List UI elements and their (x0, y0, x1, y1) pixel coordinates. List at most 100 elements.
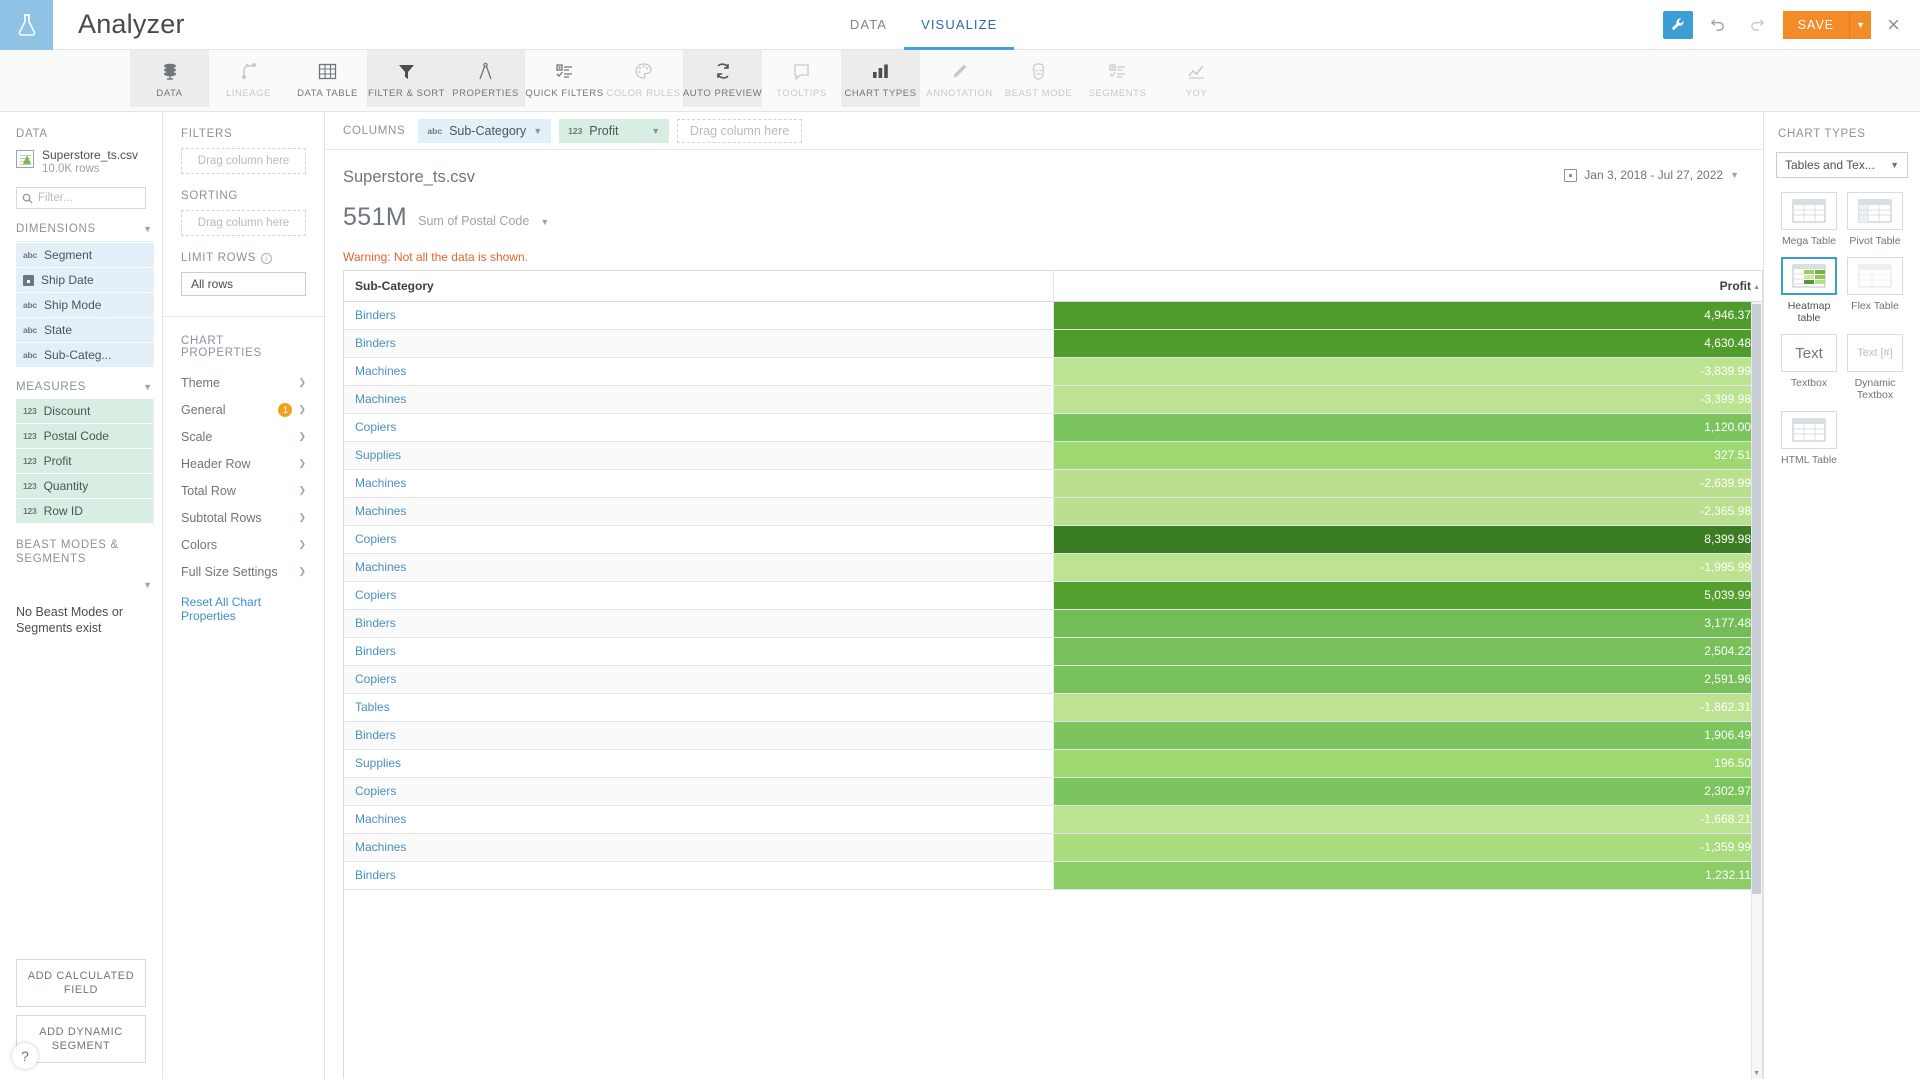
cell-sub-category[interactable]: Copiers (344, 413, 1053, 441)
table-row[interactable]: Machines-1,668.21 (344, 805, 1762, 833)
table-row[interactable]: Machines-1,359.99 (344, 833, 1762, 861)
cell-sub-category[interactable]: Binders (344, 329, 1053, 357)
chart-property-header-row[interactable]: Header Row ❯ (181, 450, 306, 477)
table-row[interactable]: Copiers1,120.00 (344, 413, 1762, 441)
cell-sub-category[interactable]: Machines (344, 469, 1053, 497)
help-button[interactable]: ? (12, 1043, 38, 1069)
sidebar-item-postal-code[interactable]: 123 Postal Code (16, 424, 154, 448)
column-pill-profit[interactable]: 123 Profit ▼ (559, 119, 669, 143)
cell-sub-category[interactable]: Binders (344, 721, 1053, 749)
tab-visualize[interactable]: VISUALIZE (904, 0, 1014, 50)
cell-sub-category[interactable]: Copiers (344, 581, 1053, 609)
chart-type-flex-table[interactable]: Flex Table (1842, 257, 1908, 324)
table-row[interactable]: Binders4,630.48 (344, 329, 1762, 357)
chevron-down-icon[interactable]: ▼ (540, 217, 549, 227)
cell-sub-category[interactable]: Binders (344, 609, 1053, 637)
cell-sub-category[interactable]: Machines (344, 385, 1053, 413)
cell-sub-category[interactable]: Machines (344, 553, 1053, 581)
table-row[interactable]: Binders3,177.48 (344, 609, 1762, 637)
table-row[interactable]: Binders1,906.49 (344, 721, 1762, 749)
chevron-down-icon[interactable]: ▼ (1849, 11, 1871, 39)
ribbon-tooltips[interactable]: TOOLTIPS (762, 50, 841, 107)
chart-type-html-table[interactable]: HTML Table (1776, 411, 1842, 466)
chart-property-scale[interactable]: Scale ❯ (181, 423, 306, 450)
ribbon-data[interactable]: DATA (130, 50, 209, 107)
cell-sub-category[interactable]: Copiers (344, 525, 1053, 553)
table-row[interactable]: Supplies327.51 (344, 441, 1762, 469)
table-scroll-thumb[interactable] (1752, 304, 1761, 894)
close-icon[interactable]: × (1881, 14, 1906, 36)
chart-type-pivot-table[interactable]: Pivot Table (1842, 192, 1908, 247)
chevron-down-icon[interactable]: ▼ (143, 580, 152, 590)
table-row[interactable]: Binders2,504.22 (344, 637, 1762, 665)
table-row[interactable]: Machines-3,839.99 (344, 357, 1762, 385)
sidebar-item-discount[interactable]: 123 Discount (16, 399, 154, 423)
ribbon-auto-preview[interactable]: AUTO PREVIEW (683, 50, 762, 107)
redo-icon[interactable] (1743, 11, 1773, 39)
sidebar-item-segment[interactable]: abc Segment (16, 243, 154, 267)
cell-sub-category[interactable]: Copiers (344, 665, 1053, 693)
cell-sub-category[interactable]: Copiers (344, 777, 1053, 805)
sidebar-item-state[interactable]: abc State (16, 318, 154, 342)
table-row[interactable]: Copiers8,399.98 (344, 525, 1762, 553)
cell-sub-category[interactable]: Binders (344, 861, 1053, 889)
wrench-icon[interactable] (1663, 11, 1693, 39)
table-row[interactable]: Machines-2,639.99 (344, 469, 1762, 497)
chart-property-total-row[interactable]: Total Row ❯ (181, 477, 306, 504)
sorting-dropzone[interactable]: Drag column here (181, 210, 306, 236)
chart-type-mega-table[interactable]: Mega Table (1776, 192, 1842, 247)
ribbon-annotation[interactable]: ANNOTATION (920, 50, 999, 107)
dimensions-header[interactable]: DIMENSIONS ▼ (0, 209, 162, 241)
column-header-sub-category[interactable]: Sub-Category (344, 271, 1053, 301)
reset-chart-properties-link[interactable]: Reset All Chart Properties (181, 585, 306, 623)
scroll-down-arrow[interactable]: ▼ (1753, 1070, 1760, 1077)
table-row[interactable]: Supplies196.50 (344, 749, 1762, 777)
undo-icon[interactable] (1703, 11, 1733, 39)
cell-sub-category[interactable]: Tables (344, 693, 1053, 721)
sidebar-item-profit[interactable]: 123 Profit (16, 449, 154, 473)
measures-header[interactable]: MEASURES ▼ (0, 367, 162, 399)
chart-property-general[interactable]: General 1 ❯ (181, 396, 306, 423)
cell-sub-category[interactable]: Machines (344, 833, 1053, 861)
table-row[interactable]: Machines-3,399.98 (344, 385, 1762, 413)
flask-icon[interactable] (0, 0, 53, 50)
ribbon-segments[interactable]: SEGMENTS (1078, 50, 1157, 107)
tab-data[interactable]: DATA (833, 0, 904, 50)
table-row[interactable]: Binders4,946.37 (344, 301, 1762, 329)
columns-dropzone[interactable]: Drag column here (677, 119, 802, 143)
ribbon-beast-mode[interactable]: BEAST MODE (999, 50, 1078, 107)
ribbon-properties[interactable]: PROPERTIES (446, 50, 525, 107)
chevron-down-icon[interactable]: ▼ (533, 126, 542, 136)
chart-types-category-select[interactable]: Tables and Tex... ▼ (1776, 152, 1908, 178)
date-range-selector[interactable]: Jan 3, 2018 - Jul 27, 2022 ▼ (1564, 168, 1739, 182)
save-button[interactable]: SAVE (1783, 11, 1849, 39)
chart-property-subtotal-rows[interactable]: Subtotal Rows ❯ (181, 504, 306, 531)
ribbon-color-rules[interactable]: COLOR RULES (604, 50, 683, 107)
field-filter-input[interactable]: Filter... (16, 187, 146, 209)
chevron-down-icon[interactable]: ▼ (651, 126, 660, 136)
column-pill-sub-category[interactable]: abc Sub-Category ▼ (418, 119, 551, 143)
add-calculated-field-button[interactable]: ADD CALCULATED FIELD (16, 959, 146, 1007)
filters-dropzone[interactable]: Drag column here (181, 148, 306, 174)
table-row[interactable]: Copiers2,302.97 (344, 777, 1762, 805)
sidebar-item-row-id[interactable]: 123 Row ID (16, 499, 154, 523)
table-scrollbar[interactable]: ▲ ▼ (1751, 302, 1762, 1079)
ribbon-yoy[interactable]: YOY (1157, 50, 1236, 107)
ribbon-quick-filters[interactable]: QUICK FILTERS (525, 50, 604, 107)
column-header-profit[interactable]: Profit (1053, 271, 1762, 301)
ribbon-chart-types[interactable]: CHART TYPES (841, 50, 920, 107)
table-row[interactable]: Binders1,232.11 (344, 861, 1762, 889)
chart-property-theme[interactable]: Theme ❯ (181, 369, 306, 396)
cell-sub-category[interactable]: Supplies (344, 749, 1053, 777)
ribbon-filter-sort[interactable]: FILTER & SORT (367, 50, 446, 107)
limit-rows-select[interactable]: All rows (181, 272, 306, 296)
table-row[interactable]: Copiers5,039.99 (344, 581, 1762, 609)
ribbon-lineage[interactable]: LINEAGE (209, 50, 288, 107)
cell-sub-category[interactable]: Binders (344, 301, 1053, 329)
cell-sub-category[interactable]: Machines (344, 805, 1053, 833)
chart-property-colors[interactable]: Colors ❯ (181, 531, 306, 558)
table-row[interactable]: Machines-1,995.99 (344, 553, 1762, 581)
chart-property-full-size-settings[interactable]: Full Size Settings ❯ (181, 558, 306, 585)
cell-sub-category[interactable]: Machines (344, 497, 1053, 525)
table-row[interactable]: Tables-1,862.31 (344, 693, 1762, 721)
